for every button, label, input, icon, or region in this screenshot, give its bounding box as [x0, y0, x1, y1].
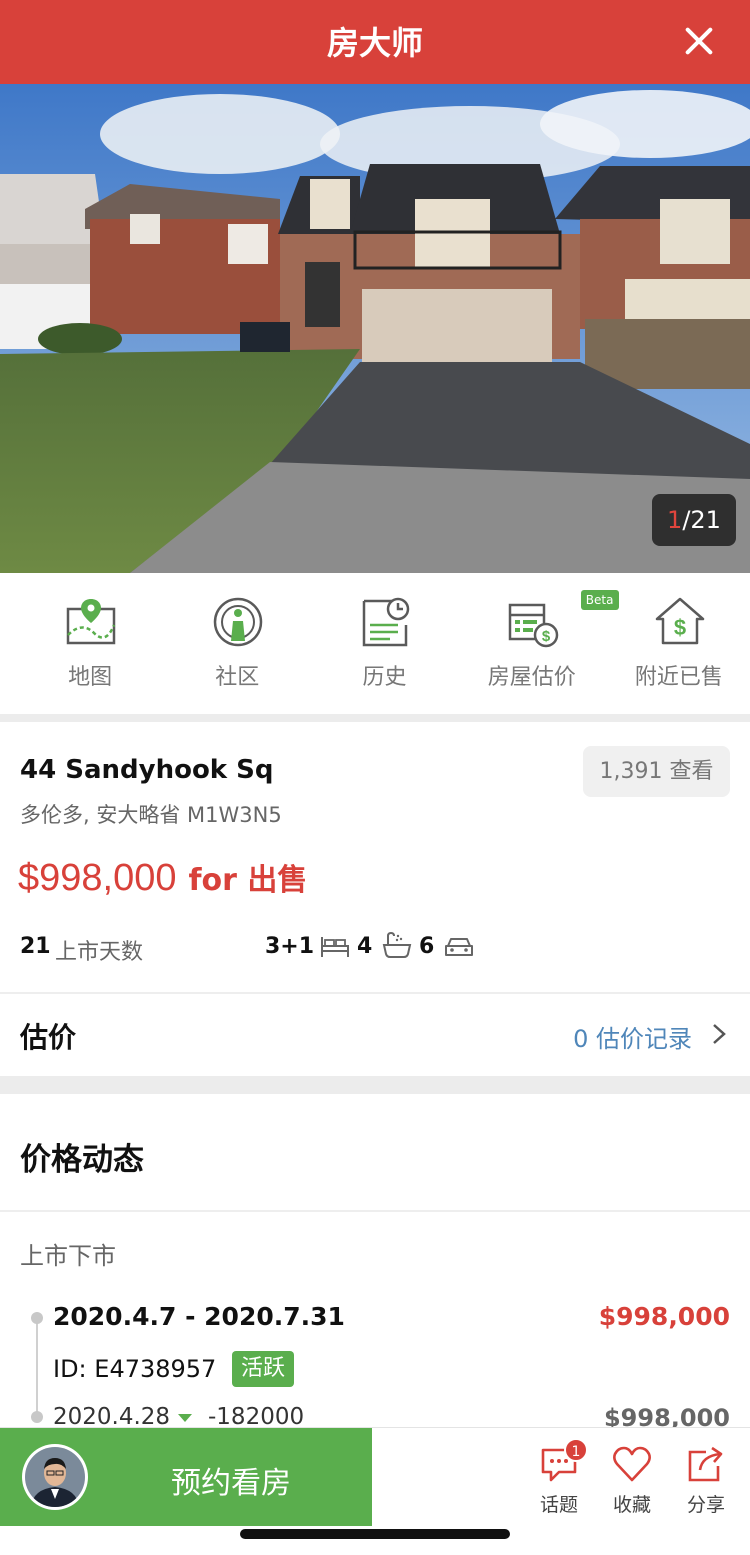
photo-counter-current: 1: [667, 506, 683, 534]
status-badge: 活跃: [232, 1351, 295, 1387]
photo-counter-total: /21: [682, 506, 721, 534]
quicknav-nearby-sold[interactable]: $ 附近已售: [608, 573, 750, 714]
photo-counter: 1/21: [652, 494, 736, 546]
bed-icon: [321, 937, 349, 957]
estimate-icon: $: [508, 603, 558, 648]
bedroom-count: 3+1: [265, 934, 315, 959]
favorite-button[interactable]: 收藏: [597, 1444, 667, 1524]
topics-badge: 1: [564, 1438, 588, 1462]
listing-history-subtitle: 上市下市: [20, 1242, 116, 1270]
quick-nav: 地图 社区 历史 $ Beta 房屋估价 $ 附近已售: [0, 573, 750, 714]
price-history-title: 价格动态: [20, 1142, 144, 1178]
listing-price: $998,000: [18, 857, 177, 899]
svg-text:$: $: [541, 628, 550, 645]
heart-icon: [613, 1446, 651, 1482]
timeline-line: [36, 1318, 38, 1418]
quicknav-map[interactable]: 地图: [19, 573, 161, 714]
quicknav-label: 附近已售: [634, 665, 723, 690]
listing-photo[interactable]: 1/21: [0, 84, 750, 573]
agent-avatar: [22, 1444, 88, 1510]
price-down-icon: [178, 1414, 192, 1422]
quicknav-label: 历史: [362, 665, 407, 690]
estimate-records-link[interactable]: 0 估价记录: [573, 1019, 692, 1054]
book-viewing-button[interactable]: 预约看房: [0, 1428, 372, 1526]
share-label: 分享: [686, 1494, 725, 1516]
car-icon: [445, 938, 473, 956]
listing-address: 44 Sandyhook Sq: [20, 755, 274, 785]
timeline-dot: [31, 1312, 43, 1324]
parking-count: 6: [419, 934, 435, 959]
favorite-label: 收藏: [612, 1494, 651, 1516]
community-icon: [213, 597, 263, 647]
chevron-right-icon: [713, 1024, 726, 1044]
bathtub-icon: [382, 931, 412, 958]
agent-photo-image: [25, 1447, 85, 1507]
listing-status: for 出售: [188, 863, 308, 898]
house-photo-image: [0, 84, 750, 573]
quicknav-label: 社区: [215, 665, 260, 690]
history-price: $998,000: [598, 1302, 730, 1331]
row-divider: [0, 1210, 750, 1212]
map-pin-icon: [66, 599, 116, 645]
page-title: 房大师: [326, 24, 423, 62]
app-header: 房大师: [0, 0, 750, 84]
bathroom-count: 4: [357, 934, 373, 959]
listing-city: 多伦多, 安大略省 M1W3N5: [20, 803, 282, 827]
days-on-market-label: 上市天数: [55, 940, 144, 965]
share-icon: [688, 1446, 723, 1482]
view-count-badge: 1,391 查看: [583, 746, 730, 797]
days-on-market: 21: [20, 934, 51, 959]
history-icon: [363, 597, 410, 647]
listing-stats: 21 上市天数 3+1 4 6: [20, 931, 740, 968]
quicknav-community[interactable]: 社区: [166, 573, 308, 714]
history-date-range: 2020.4.7 - 2020.7.31: [53, 1302, 345, 1331]
share-button[interactable]: 分享: [671, 1444, 741, 1524]
section-divider: [0, 714, 750, 722]
quicknav-label: 地图: [68, 665, 113, 690]
svg-text:$: $: [674, 615, 686, 640]
house-dollar-icon: $: [655, 597, 705, 645]
row-divider: [0, 992, 750, 994]
close-icon[interactable]: [684, 26, 714, 56]
book-viewing-label: 预约看房: [171, 1466, 291, 1501]
quicknav-history[interactable]: 历史: [313, 573, 455, 714]
topics-button[interactable]: 1 话题: [524, 1438, 594, 1524]
quicknav-estimate[interactable]: $ Beta 房屋估价: [461, 573, 619, 714]
section-divider: [0, 1076, 750, 1094]
listing-id: ID: E4738957: [53, 1355, 217, 1383]
timeline-dot: [31, 1411, 43, 1423]
price-row: $998,000 for 出售: [18, 855, 307, 900]
topics-label: 话题: [539, 1494, 578, 1516]
home-indicator: [240, 1529, 510, 1539]
estimate-label: 估价: [20, 1021, 77, 1054]
quicknav-label: 房屋估价: [487, 665, 576, 690]
